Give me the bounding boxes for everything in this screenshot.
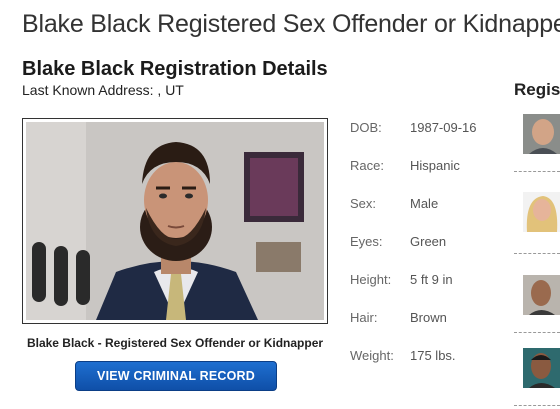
sidebar-divider	[514, 332, 560, 333]
detail-label: Eyes:	[350, 234, 383, 249]
offender-photo	[22, 118, 328, 324]
offender-thumbnail-image	[523, 192, 560, 232]
offender-thumbnail-image	[523, 114, 560, 154]
related-offender-thumbnail[interactable]	[523, 275, 560, 315]
detail-label: Hair:	[350, 310, 378, 325]
sidebar-heading: Regis	[514, 80, 560, 99]
related-offender-thumbnail[interactable]	[523, 348, 560, 388]
offender-thumbnail-image	[523, 275, 560, 315]
sidebar-divider	[514, 253, 560, 254]
details-heading: Blake Black Registration Details	[22, 58, 328, 80]
photo-caption: Blake Black - Registered Sex Offender or…	[26, 336, 324, 350]
detail-label: DOB:	[350, 120, 382, 135]
detail-value: 5 ft 9 in	[410, 272, 453, 287]
related-offender-thumbnail[interactable]	[523, 192, 560, 232]
detail-value: Brown	[410, 310, 447, 325]
detail-value: 175 lbs.	[410, 348, 456, 363]
detail-value: Male	[410, 196, 439, 211]
related-offender-thumbnail[interactable]	[523, 114, 560, 154]
detail-label: Race:	[350, 158, 384, 173]
sidebar-divider	[514, 405, 560, 406]
offender-photo-image	[26, 122, 324, 320]
last-known-address: Last Known Address: , UT	[22, 82, 184, 98]
view-criminal-record-button[interactable]: VIEW CRIMINAL RECORD	[75, 361, 277, 391]
detail-label: Height:	[350, 272, 392, 287]
detail-label: Weight:	[350, 348, 394, 363]
offender-thumbnail-image	[523, 348, 560, 388]
sidebar-divider	[514, 171, 560, 172]
detail-value: 1987-09-16	[410, 120, 477, 135]
detail-value: Green	[410, 234, 447, 249]
detail-value: Hispanic	[410, 158, 460, 173]
detail-label: Sex:	[350, 196, 377, 211]
page-title: Blake Black Registered Sex Offender or K…	[22, 10, 560, 38]
